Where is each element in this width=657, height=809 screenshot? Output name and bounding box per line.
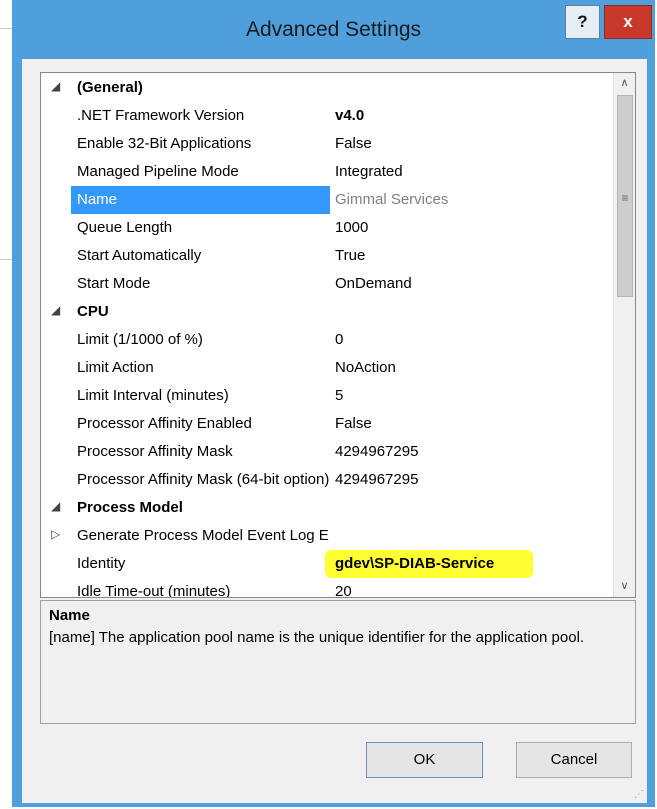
property-name: .NET Framework Version: [77, 107, 245, 124]
cancel-button[interactable]: Cancel: [516, 742, 632, 778]
property-name: Queue Length: [77, 219, 173, 236]
property-row[interactable]: Enable 32-Bit Applications False: [41, 130, 615, 158]
scroll-down-arrow-icon[interactable]: ∨: [614, 576, 635, 597]
property-value[interactable]: 4294967295: [335, 443, 418, 460]
scroll-up-arrow-icon[interactable]: ∧: [614, 73, 635, 94]
property-row[interactable]: Limit Interval (minutes) 5: [41, 382, 615, 410]
property-name: Enable 32-Bit Applications: [77, 135, 252, 152]
property-value[interactable]: 1000: [335, 219, 368, 236]
property-name: Processor Affinity Mask (64-bit option): [77, 471, 329, 488]
vertical-scrollbar[interactable]: ∧ ≡ ∨: [613, 73, 635, 597]
property-row[interactable]: Start Mode OnDemand: [41, 270, 615, 298]
property-row[interactable]: Limit Action NoAction: [41, 354, 615, 382]
property-value[interactable]: 0: [335, 331, 343, 348]
property-name: Start Mode: [77, 275, 151, 292]
property-name: Limit Interval (minutes): [77, 387, 229, 404]
property-name: Identity: [77, 555, 126, 572]
category-row[interactable]: ◢ Process Model: [41, 494, 615, 522]
title-bar[interactable]: Advanced Settings ? x: [12, 0, 655, 60]
property-value[interactable]: 5: [335, 387, 343, 404]
category-label: CPU: [77, 303, 109, 320]
property-row[interactable]: Name Gimmal Services: [41, 186, 615, 214]
property-row[interactable]: Processor Affinity Enabled False: [41, 410, 615, 438]
background-window-edge: [0, 259, 12, 260]
property-value[interactable]: Integrated: [335, 163, 403, 180]
property-value[interactable]: gdev\SP-DIAB-Service: [335, 555, 494, 572]
property-row[interactable]: ▷ Generate Process Model Event Log Entry: [41, 522, 615, 550]
property-row[interactable]: Idle Time-out (minutes) 20: [41, 578, 615, 598]
category-label: (General): [77, 79, 143, 96]
close-button[interactable]: x: [604, 5, 652, 39]
property-name: Start Automatically: [77, 247, 202, 264]
property-value[interactable]: v4.0: [335, 107, 364, 124]
collapse-arrow-icon[interactable]: ◢: [51, 499, 60, 513]
advanced-settings-dialog: Advanced Settings ? x Idle Time-out (min…: [12, 0, 655, 807]
property-value[interactable]: OnDemand: [335, 275, 412, 292]
collapse-arrow-icon[interactable]: ◢: [51, 303, 60, 317]
property-row[interactable]: Processor Affinity Mask 4294967295: [41, 438, 615, 466]
property-row[interactable]: Queue Length 1000: [41, 214, 615, 242]
description-title: Name: [49, 607, 90, 624]
expand-arrow-icon[interactable]: ▷: [51, 527, 60, 541]
property-value[interactable]: 20: [335, 583, 352, 597]
property-grid: Idle Time-out (minutes) 20 Identity gdev\SP…: [40, 72, 636, 598]
property-row[interactable]: Managed Pipeline Mode Integrated: [41, 158, 615, 186]
property-value[interactable]: Gimmal Services: [335, 191, 448, 208]
property-name: Limit Action: [77, 359, 154, 376]
property-name: Processor Affinity Mask: [77, 443, 233, 460]
property-row[interactable]: Start Automatically True: [41, 242, 615, 270]
description-panel: Name [name] The application pool name is…: [40, 600, 636, 724]
property-name: Idle Time-out (minutes): [77, 583, 231, 598]
property-name: Generate Process Model Event Log Entry: [77, 527, 329, 544]
property-row[interactable]: Identity gdev\SP-DIAB-Service: [41, 550, 615, 578]
scrollbar-grip-icon: ≡: [621, 191, 629, 205]
property-value[interactable]: NoAction: [335, 359, 396, 376]
property-value[interactable]: True: [335, 247, 365, 264]
background-window-edge: [0, 28, 12, 29]
property-value[interactable]: False: [335, 135, 372, 152]
collapse-arrow-icon[interactable]: ◢: [51, 79, 60, 93]
dialog-title: Advanced Settings: [245, 18, 422, 41]
property-row[interactable]: Processor Affinity Mask (64-bit option) 4…: [41, 466, 615, 494]
property-name: Processor Affinity Enabled: [77, 415, 252, 432]
dialog-client-area: Idle Time-out (minutes) 20 Identity gdev\SP…: [22, 59, 647, 803]
property-name: Name: [77, 191, 118, 208]
property-row[interactable]: Limit (1/1000 of %) 0: [41, 326, 615, 354]
resize-grip-icon[interactable]: ⋰: [634, 789, 644, 800]
help-button[interactable]: ?: [565, 5, 600, 39]
property-name: Managed Pipeline Mode: [77, 163, 239, 180]
ok-button[interactable]: OK: [366, 742, 483, 778]
category-row[interactable]: ◢ (General): [41, 74, 615, 102]
description-text: [name] The application pool name is the …: [49, 629, 585, 646]
property-row[interactable]: .NET Framework Version v4.0: [41, 102, 615, 130]
category-label: Process Model: [77, 499, 183, 516]
property-value[interactable]: 4294967295: [335, 471, 418, 488]
property-value[interactable]: False: [335, 415, 372, 432]
property-name: Limit (1/1000 of %): [77, 331, 203, 348]
category-row[interactable]: ◢ CPU: [41, 298, 615, 326]
